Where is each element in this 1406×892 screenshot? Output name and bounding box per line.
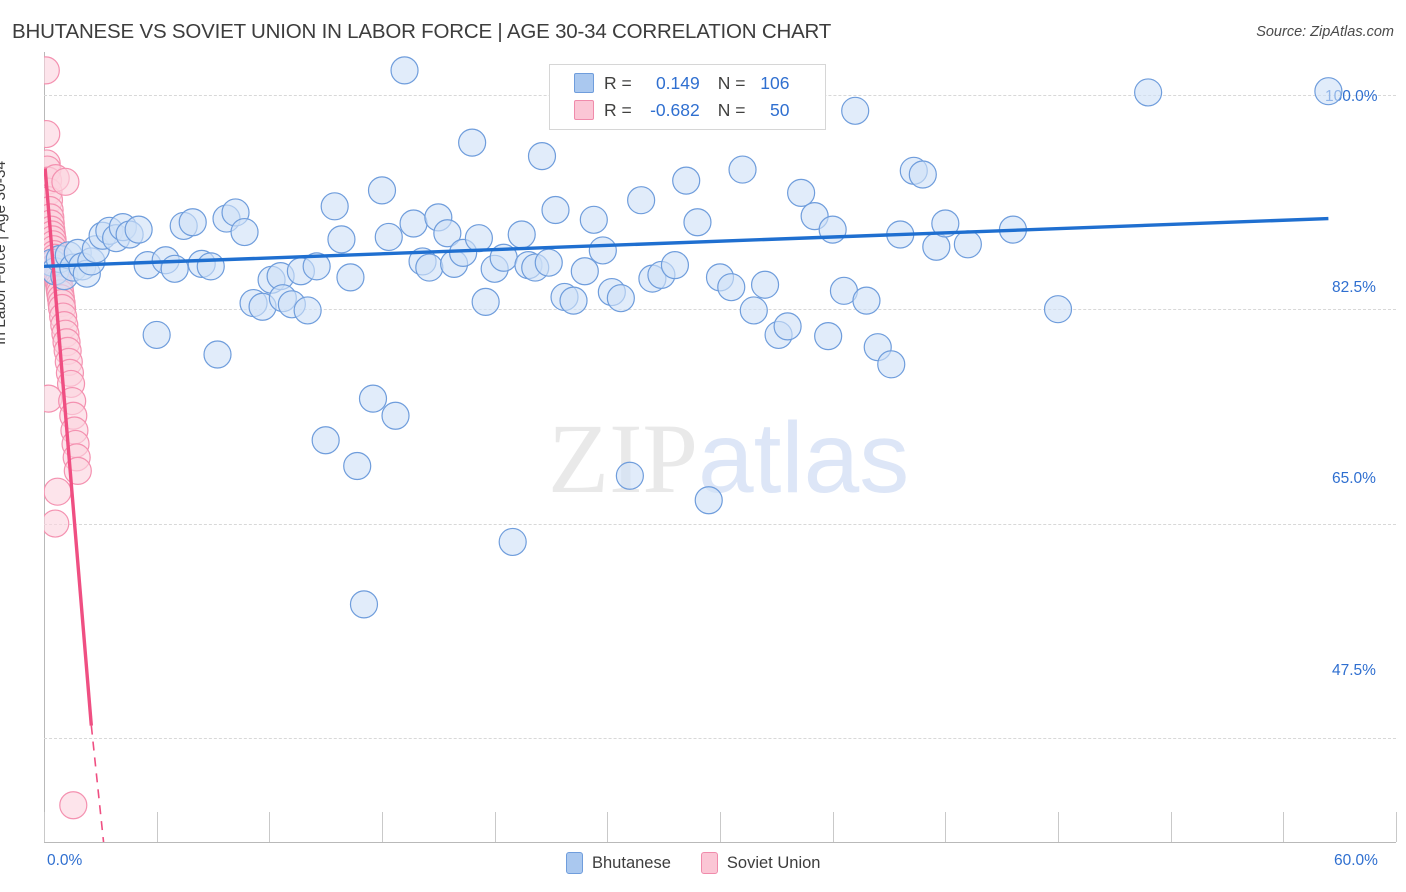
data-point-bhutanese	[717, 273, 746, 302]
data-point-soviet-union	[44, 509, 70, 538]
data-point-bhutanese	[349, 590, 379, 619]
series-legend-swatch-bhutanese[interactable]	[566, 852, 583, 874]
legend-swatch-soviet-union	[574, 100, 594, 120]
legend-r-key-bhutanese: R =	[604, 72, 632, 93]
legend-r-value-bhutanese: 0.149	[655, 72, 700, 93]
data-point-bhutanese	[852, 286, 881, 315]
data-point-bhutanese	[374, 222, 403, 252]
data-point-bhutanese	[1314, 77, 1343, 106]
data-point-bhutanese	[672, 166, 701, 195]
data-point-bhutanese	[399, 209, 428, 238]
data-point-bhutanese	[1043, 295, 1073, 324]
data-point-bhutanese	[627, 186, 656, 215]
data-point-bhutanese	[660, 251, 690, 280]
series-legend: Bhutanese Soviet Union	[566, 852, 850, 874]
data-point-bhutanese	[615, 461, 644, 490]
data-point-bhutanese	[178, 208, 207, 237]
data-point-bhutanese	[527, 142, 557, 171]
data-point-bhutanese	[367, 176, 397, 205]
data-point-soviet-union	[51, 167, 80, 196]
trendline-soviet-union-extension	[90, 725, 105, 842]
data-point-soviet-union	[59, 791, 88, 820]
data-point-soviet-union	[44, 56, 60, 85]
data-point-bhutanese	[559, 286, 588, 315]
data-point-bhutanese	[507, 220, 536, 249]
data-point-bhutanese	[381, 401, 410, 430]
data-point-bhutanese	[534, 248, 563, 277]
data-point-bhutanese	[739, 296, 768, 325]
data-point-bhutanese	[311, 426, 340, 455]
data-point-bhutanese	[142, 320, 171, 350]
data-point-bhutanese	[606, 284, 635, 313]
data-point-soviet-union	[44, 477, 72, 506]
data-point-bhutanese	[683, 208, 712, 237]
data-point-bhutanese	[343, 451, 372, 481]
correlation-legend: R = 0.149 N = 106 R = -0.682 N = 50	[549, 64, 826, 130]
data-point-bhutanese	[1134, 78, 1163, 107]
legend-n-key-soviet-union: N =	[717, 99, 746, 120]
data-point-bhutanese	[458, 128, 487, 157]
data-point-bhutanese	[541, 195, 570, 225]
data-point-soviet-union	[44, 384, 63, 413]
data-point-bhutanese	[814, 322, 843, 351]
legend-n-value-bhutanese: 106	[760, 72, 790, 93]
data-point-bhutanese	[841, 96, 870, 125]
data-point-bhutanese	[336, 263, 365, 292]
data-point-bhutanese	[570, 257, 599, 286]
data-point-bhutanese	[293, 296, 322, 325]
legend-row-soviet-union: R = -0.682 N = 50	[574, 97, 789, 123]
data-point-bhutanese	[787, 178, 816, 207]
data-point-bhutanese	[728, 155, 757, 184]
legend-n-key-bhutanese: N =	[717, 72, 746, 93]
series-legend-swatch-soviet-union[interactable]	[700, 852, 718, 874]
data-point-bhutanese	[908, 160, 937, 189]
legend-r-key-soviet-union: R =	[604, 99, 632, 120]
data-point-bhutanese	[773, 312, 802, 341]
series-legend-label-soviet-union[interactable]: Soviet Union	[727, 854, 821, 873]
data-point-bhutanese	[588, 236, 617, 265]
series-legend-label-bhutanese[interactable]: Bhutanese	[592, 854, 671, 873]
legend-n-value-soviet-union: 50	[770, 99, 790, 120]
data-point-bhutanese	[415, 253, 444, 282]
data-point-bhutanese	[320, 192, 349, 221]
data-point-bhutanese	[498, 527, 527, 557]
data-point-bhutanese	[579, 205, 608, 234]
data-point-bhutanese	[230, 217, 259, 247]
data-point-bhutanese	[877, 350, 906, 379]
data-point-bhutanese	[327, 225, 356, 254]
data-point-bhutanese	[464, 224, 493, 253]
scatter-layer	[44, 56, 1343, 842]
data-point-soviet-union	[44, 119, 61, 149]
data-point-bhutanese	[160, 254, 189, 283]
chart-root: BHUTANESE VS SOVIET UNION IN LABOR FORCE…	[0, 0, 1406, 892]
data-point-bhutanese	[203, 340, 232, 369]
data-point-bhutanese	[953, 230, 982, 259]
data-point-bhutanese	[196, 252, 225, 281]
data-point-bhutanese	[358, 384, 388, 413]
data-point-bhutanese	[124, 215, 153, 244]
data-point-bhutanese	[390, 56, 419, 85]
data-point-bhutanese	[471, 287, 500, 316]
data-point-bhutanese	[750, 270, 780, 299]
data-point-bhutanese	[694, 486, 723, 515]
legend-swatch-bhutanese	[574, 73, 594, 93]
legend-row-bhutanese: R = 0.149 N = 106	[574, 70, 789, 96]
legend-r-value-soviet-union: -0.682	[650, 99, 700, 120]
